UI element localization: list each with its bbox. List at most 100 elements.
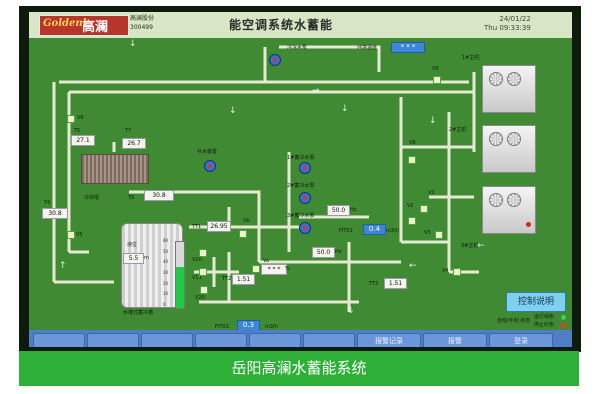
valve-va[interactable] — [252, 265, 260, 273]
valve-v9[interactable] — [433, 76, 441, 84]
stock-info: 高澜股份 300499 — [130, 14, 154, 32]
unit1-label: 1#主机 — [462, 55, 480, 61]
v6-label: V6 — [77, 115, 84, 121]
unit3-label: 3#主机 — [461, 243, 479, 249]
tank-name: 水槽式蓄冷槽 — [123, 310, 154, 316]
v3-label: V3 — [424, 230, 431, 236]
v8-label: V8 — [409, 140, 416, 146]
vb-label: Vb — [243, 218, 250, 224]
t7-label: T7 — [125, 128, 132, 134]
flow-arrow-icon: ↓ — [347, 306, 355, 316]
makeup-label: 补水装置 — [197, 149, 218, 155]
pump-freq-top: 50.0 — [327, 205, 350, 216]
fan-icon — [489, 132, 503, 146]
tab-1[interactable] — [33, 333, 85, 347]
level-value: 5.5 — [123, 253, 144, 264]
env-temp-value: * * * — [391, 42, 425, 53]
v20-label: V20 — [195, 295, 205, 301]
t8-label: T8 — [128, 195, 135, 201]
tab-alarm[interactable]: 报警 — [423, 333, 487, 347]
clock-time: Thu 09:33:39 — [484, 24, 531, 32]
valve-v2[interactable] — [408, 217, 416, 225]
level-gauge — [175, 241, 185, 309]
pump-2-icon[interactable] — [299, 192, 311, 204]
tab-6[interactable] — [303, 333, 355, 347]
pump-freq-bottom: 50.0 — [312, 247, 335, 258]
tab-3[interactable] — [141, 333, 193, 347]
legend-run-dot — [561, 315, 566, 320]
valve-v3[interactable] — [435, 231, 443, 239]
makeup-pump-icon[interactable] — [204, 160, 216, 172]
valve-v1[interactable] — [420, 205, 428, 213]
tab-alarm-log[interactable]: 报警记录 — [357, 333, 421, 347]
t4-value: 30.8 — [42, 208, 68, 219]
company-logo: Goldenl 高澜 — [39, 15, 129, 36]
level-scale-tick: 30 — [163, 270, 169, 275]
t4-label: T4 — [44, 200, 51, 206]
pump-3-icon[interactable] — [299, 222, 311, 234]
valve-v8[interactable] — [408, 156, 416, 164]
tab-2[interactable] — [87, 333, 139, 347]
control-description-button[interactable]: 控制说明 — [506, 292, 566, 312]
valve-v11[interactable] — [199, 268, 207, 276]
storage-tank[interactable] — [121, 223, 183, 308]
valve-v5[interactable] — [67, 231, 75, 239]
level-scale-tick: 20 — [163, 281, 169, 286]
pump3-label: 3#蓄冷水泵 — [287, 213, 315, 219]
logo-text-en: Goldenl — [43, 18, 87, 29]
chiller-unit-1[interactable] — [482, 65, 536, 113]
tt2-label: TT2 — [222, 276, 232, 282]
tt3-label: TT3 — [369, 281, 379, 287]
tt2-value: 1.51 — [232, 274, 255, 285]
v9-label: V9 — [432, 66, 439, 72]
fan-icon — [489, 72, 503, 86]
tab-4[interactable] — [195, 333, 247, 347]
unit2-label: 2#主机 — [449, 127, 467, 133]
fit01-value: 0.4 — [363, 224, 386, 235]
valve-v6[interactable] — [67, 115, 75, 123]
env-temp-label: 环境温度 — [357, 45, 378, 51]
frozen-pump-icon[interactable] — [269, 54, 281, 66]
valve-v4[interactable] — [453, 268, 461, 276]
level-scale: 60 50 40 30 20 10 0 — [163, 238, 173, 307]
logo-text-cn: 高澜 — [82, 20, 109, 35]
valve-v10[interactable] — [199, 249, 207, 257]
v5-label: V5 — [76, 232, 83, 238]
tt1-value: 26.95 — [207, 221, 231, 232]
pump-freq-bottom-unit: Hz — [335, 249, 342, 255]
valve-vb[interactable] — [239, 230, 247, 238]
valve-v20[interactable] — [200, 286, 208, 294]
function-tab-bar: 报警记录 报警 登录 — [29, 330, 572, 347]
auto-manual-label: 自动/手动 状态 — [497, 318, 531, 324]
cooling-tower[interactable] — [81, 154, 149, 184]
level-gauge-fill — [176, 267, 184, 308]
tt1-label: TT1 — [192, 224, 202, 230]
level-scale-tick: 50 — [163, 249, 169, 254]
va-unit: % — [285, 266, 290, 272]
fit01-label: FIT01 — [339, 228, 353, 234]
t8-value: 30.8 — [144, 190, 174, 201]
chiller-unit-3[interactable] — [482, 186, 536, 234]
fan-icon — [507, 193, 521, 207]
t7-value: 26.7 — [122, 138, 146, 149]
flow-arrow-icon: ↑ — [59, 261, 67, 271]
pump-freq-top-unit: Hz — [350, 207, 357, 213]
header-bar: Goldenl 高澜 高澜股份 300499 能空调系统水蓄能 24/01/22… — [29, 12, 572, 38]
pump2-label: 2#蓄冷水泵 — [287, 183, 315, 189]
clock: 24/01/22 Thu 09:33:39 — [484, 15, 531, 33]
legend-stop: 停止红色 — [534, 322, 555, 328]
chiller-unit-2[interactable] — [482, 125, 536, 173]
fan-icon — [489, 193, 503, 207]
level-scale-tick: 10 — [163, 291, 169, 296]
pump-1-icon[interactable] — [299, 162, 311, 174]
level-label: 液位 — [127, 242, 138, 248]
tab-5[interactable] — [249, 333, 301, 347]
pump1-label: 1#蓄冷水泵 — [287, 155, 315, 161]
clock-date: 24/01/22 — [499, 15, 531, 23]
tt3-value: 1.51 — [384, 278, 407, 289]
tab-login[interactable]: 登录 — [489, 333, 553, 347]
fault-indicator — [526, 222, 531, 227]
tower-label: 冷却塔 — [84, 195, 100, 201]
v2-label: V2 — [407, 203, 414, 209]
page-title: 能空调系统水蓄能 — [229, 18, 334, 32]
